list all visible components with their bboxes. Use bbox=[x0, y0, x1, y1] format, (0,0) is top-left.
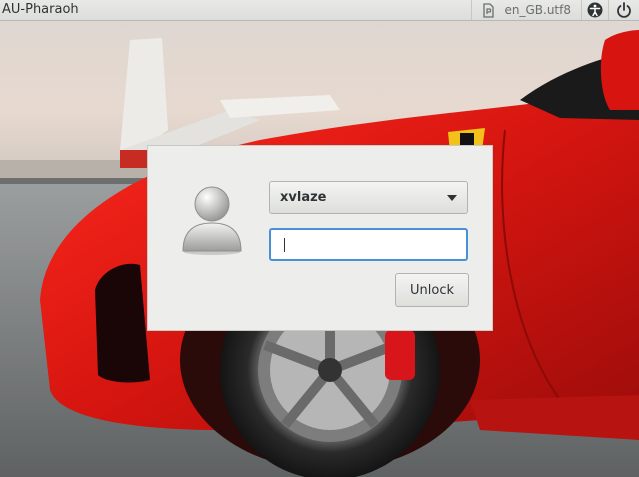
user-select-dropdown[interactable]: xvlaze bbox=[269, 181, 468, 214]
top-panel: AU-Pharaoh en_GB.utf8 bbox=[0, 0, 639, 21]
chevron-down-icon bbox=[447, 195, 457, 201]
default-user-avatar-icon bbox=[180, 183, 244, 255]
selected-username: xvlaze bbox=[280, 190, 327, 205]
login-dialog: xvlaze Unlock bbox=[147, 145, 493, 331]
panel-separator bbox=[471, 0, 473, 20]
panel-indicators: en_GB.utf8 bbox=[471, 0, 639, 20]
lock-screen: AU-Pharaoh en_GB.utf8 xvlaze Unlock bbox=[0, 0, 639, 477]
keyboard-layout-icon[interactable] bbox=[476, 0, 500, 20]
password-input[interactable] bbox=[269, 228, 468, 261]
accessibility-icon[interactable] bbox=[582, 0, 608, 20]
locale-label: en_GB.utf8 bbox=[504, 3, 571, 17]
text-cursor bbox=[284, 238, 285, 252]
hostname-label: AU-Pharaoh bbox=[2, 2, 79, 17]
power-icon[interactable] bbox=[609, 0, 639, 20]
unlock-button[interactable]: Unlock bbox=[395, 273, 469, 307]
locale-indicator[interactable]: en_GB.utf8 bbox=[500, 0, 581, 20]
